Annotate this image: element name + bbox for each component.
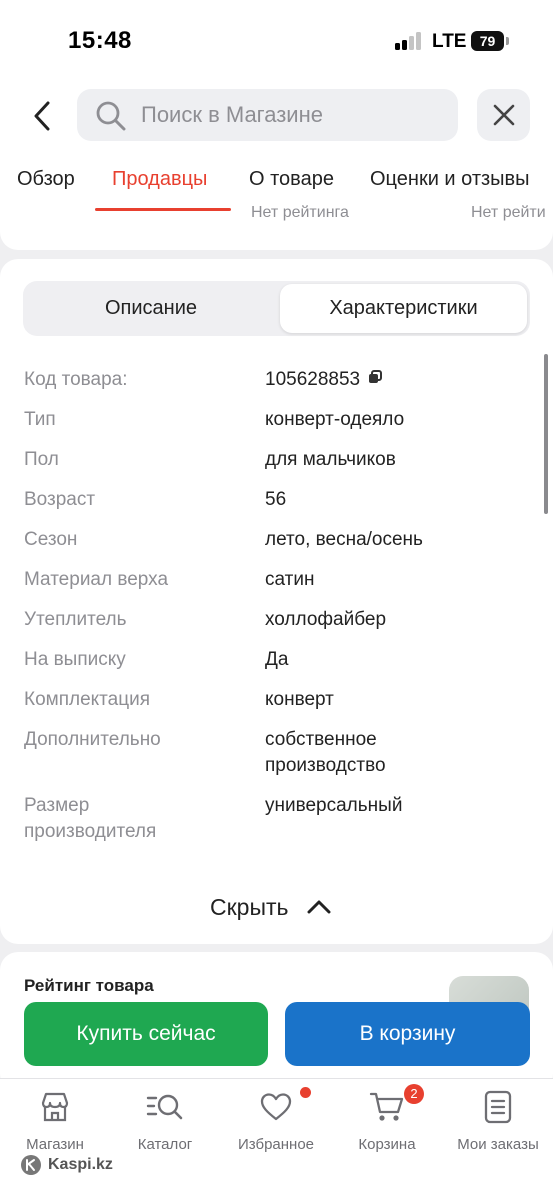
spec-label: Размер производителя bbox=[24, 795, 157, 842]
spec-label: Утеплитель bbox=[24, 609, 127, 630]
product-code: 105628853 bbox=[265, 369, 361, 390]
tab-about[interactable]: О товаре Нет рейтинга bbox=[249, 168, 349, 222]
segmented-control: Описание Характеристики bbox=[23, 281, 530, 336]
spec-label: Комплектация bbox=[24, 689, 151, 710]
nav-catalog[interactable]: Каталог bbox=[110, 1089, 220, 1153]
nav-label: Магазин bbox=[26, 1136, 84, 1153]
scrollbar[interactable] bbox=[544, 354, 548, 514]
segment-description[interactable]: Описание bbox=[26, 284, 276, 333]
spec-label: Сезон bbox=[24, 529, 78, 550]
notification-dot bbox=[300, 1087, 311, 1098]
orders-icon bbox=[484, 1090, 512, 1124]
buy-now-button[interactable]: Купить сейчас bbox=[24, 1002, 268, 1066]
tab-reviews[interactable]: Оценки и отзывы Нет рейти bbox=[370, 168, 546, 222]
signal-icon bbox=[395, 32, 423, 50]
spec-value: холлофайбер bbox=[265, 609, 387, 630]
spec-value: лето, весна/осень bbox=[265, 529, 423, 550]
status-bar: 15:48 LTE 79 bbox=[0, 0, 553, 80]
watermark: Kaspi.kz bbox=[20, 1154, 113, 1176]
watermark-text: Kaspi.kz bbox=[48, 1156, 113, 1173]
nav-label: Корзина bbox=[358, 1136, 416, 1153]
hide-button[interactable]: Скрыть bbox=[210, 889, 331, 925]
spec-label: Возраст bbox=[24, 489, 96, 510]
battery-cap bbox=[506, 37, 509, 45]
network-type: LTE bbox=[432, 31, 467, 52]
shop-icon bbox=[41, 1092, 69, 1122]
copy-icon[interactable] bbox=[368, 369, 383, 384]
spec-value: сатин bbox=[265, 569, 315, 590]
hide-label: Скрыть bbox=[210, 893, 289, 920]
nav-label: Мои заказы bbox=[457, 1136, 539, 1153]
spec-value: универсальный bbox=[265, 795, 403, 816]
characteristics-card: Описание Характеристики Код товара: 1056… bbox=[0, 259, 553, 944]
tab-sublabel: Нет рейти bbox=[471, 204, 546, 221]
header: Обзор Продавцы О товаре Нет рейтинга Оце… bbox=[0, 80, 553, 250]
spec-value: Да bbox=[265, 649, 289, 670]
tab-sellers[interactable]: Продавцы bbox=[112, 168, 207, 191]
nav-label: Каталог bbox=[137, 1136, 193, 1153]
chevron-left-icon bbox=[34, 101, 50, 131]
kaspi-logo-icon bbox=[21, 1155, 41, 1175]
back-button[interactable] bbox=[22, 94, 62, 138]
tab-sublabel: Нет рейтинга bbox=[251, 204, 349, 221]
chevron-up-icon bbox=[307, 900, 331, 914]
rating-title: Рейтинг товара bbox=[24, 976, 154, 995]
nav-orders[interactable]: Мои заказы bbox=[443, 1089, 553, 1153]
segment-characteristics[interactable]: Характеристики bbox=[280, 284, 527, 333]
spec-label: Материал верха bbox=[24, 569, 169, 590]
close-button[interactable] bbox=[477, 89, 530, 141]
bottom-nav: Магазин Каталог Избранное 2 Корзина Мои … bbox=[0, 1078, 553, 1200]
cart-count-badge: 2 bbox=[404, 1084, 424, 1104]
search-icon bbox=[96, 101, 126, 131]
close-icon bbox=[493, 104, 514, 126]
tab-overview[interactable]: Обзор bbox=[17, 168, 75, 191]
nav-cart[interactable]: 2 Корзина bbox=[332, 1084, 442, 1153]
spec-value: собственное производство bbox=[265, 729, 386, 776]
spec-value: конверт-одеяло bbox=[265, 409, 405, 430]
status-time: 15:48 bbox=[68, 27, 132, 54]
tab-label: Продавцы bbox=[112, 168, 208, 190]
spec-value: 56 bbox=[265, 489, 287, 510]
catalog-search-icon bbox=[146, 1094, 183, 1120]
search-box[interactable] bbox=[77, 89, 458, 141]
spec-value: конверт bbox=[265, 689, 334, 710]
spec-label: Пол bbox=[24, 449, 59, 470]
nav-label: Избранное bbox=[237, 1136, 315, 1153]
spec-value: 105628853 bbox=[265, 367, 515, 393]
nav-shop[interactable]: Магазин bbox=[0, 1089, 110, 1153]
spec-label: На выписку bbox=[24, 649, 126, 670]
spec-label: Дополнительно bbox=[24, 729, 161, 750]
tab-label: Обзор bbox=[17, 168, 75, 190]
spec-value: для мальчиков bbox=[265, 449, 396, 470]
cart-icon bbox=[369, 1092, 404, 1121]
spec-label: Код товара: bbox=[24, 369, 128, 390]
add-to-cart-button[interactable]: В корзину bbox=[285, 1002, 530, 1066]
active-tab-indicator bbox=[95, 208, 231, 211]
nav-favorites[interactable]: Избранное bbox=[221, 1087, 331, 1153]
tab-label: Оценки и отзывы bbox=[370, 168, 530, 190]
tab-bar: Обзор Продавцы О товаре Нет рейтинга Оце… bbox=[0, 168, 553, 228]
spec-label: Тип bbox=[24, 409, 56, 430]
heart-icon bbox=[260, 1093, 292, 1121]
tab-label: О товаре bbox=[249, 168, 334, 190]
search-input[interactable] bbox=[141, 89, 441, 141]
battery-icon: 79 bbox=[471, 31, 504, 51]
